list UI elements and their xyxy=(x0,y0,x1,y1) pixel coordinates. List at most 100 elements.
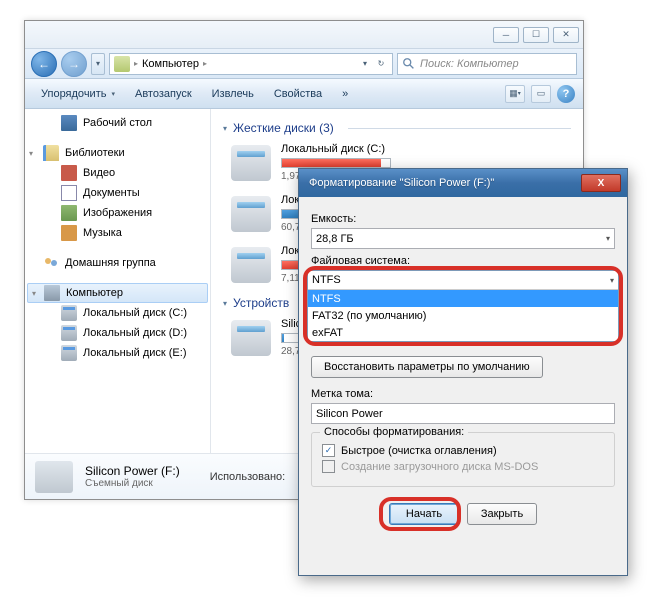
close-dialog-button[interactable]: Закрыть xyxy=(467,503,537,525)
music-icon xyxy=(61,225,77,241)
search-icon xyxy=(402,57,416,71)
start-button[interactable]: Начать xyxy=(389,503,459,525)
chevron-right-icon: ▸ xyxy=(201,59,209,68)
filesystem-highlight: NTFS NTFS FAT32 (по умолчанию) exFAT xyxy=(307,270,619,342)
forward-button[interactable]: → xyxy=(61,51,87,77)
tree-label: Локальный диск (E:) xyxy=(83,347,187,359)
view-button[interactable]: ▦▾ xyxy=(505,85,525,103)
sidebar-item-desktop[interactable]: Рабочий стол xyxy=(25,113,210,133)
quick-format-checkbox[interactable]: ✓ Быстрое (очистка оглавления) xyxy=(322,444,604,457)
homegroup-icon xyxy=(43,255,59,271)
refresh-button[interactable]: ▾ xyxy=(358,53,372,75)
tree-label: Видео xyxy=(83,167,115,179)
navigation-pane: Рабочий стол ▾ Библиотеки Видео Документы… xyxy=(25,109,211,453)
msdos-boot-checkbox: Создание загрузочного диска MS-DOS xyxy=(322,460,604,473)
dialog-footer: Начать Закрыть xyxy=(311,503,615,525)
collapse-icon[interactable]: ▾ xyxy=(29,149,33,158)
sidebar-item-homegroup[interactable]: Домашняя группа xyxy=(25,253,210,273)
minimize-button[interactable]: ─ xyxy=(493,27,519,43)
search-placeholder: Поиск: Компьютер xyxy=(420,58,519,70)
back-button[interactable]: ← xyxy=(31,51,57,77)
tree-label: Локальный диск (D:) xyxy=(83,327,187,339)
computer-icon xyxy=(44,285,60,301)
sidebar-item-video[interactable]: Видео xyxy=(25,163,210,183)
format-methods-group: Способы форматирования: ✓ Быстрое (очист… xyxy=(311,432,615,487)
capacity-dropdown[interactable]: 28,8 ГБ xyxy=(311,228,615,249)
restore-defaults-button[interactable]: Восстановить параметры по умолчанию xyxy=(311,356,543,378)
drive-icon xyxy=(61,345,77,361)
eject-button[interactable]: Извлечь xyxy=(204,84,262,104)
libraries-icon xyxy=(43,145,59,161)
tree-label: Домашняя группа xyxy=(65,257,156,269)
capacity-label: Емкость: xyxy=(311,213,615,225)
maximize-button[interactable]: ☐ xyxy=(523,27,549,43)
filesystem-label: Файловая система: xyxy=(311,255,615,267)
organize-button[interactable]: Упорядочить xyxy=(33,84,123,104)
checkbox-label: Быстрое (очистка оглавления) xyxy=(341,445,497,457)
history-dropdown[interactable]: ▾ xyxy=(91,53,105,75)
more-button[interactable]: » xyxy=(334,84,356,104)
details-used: Использовано: xyxy=(210,471,286,483)
filesystem-dropdown[interactable]: NTFS NTFS FAT32 (по умолчанию) exFAT xyxy=(307,270,619,342)
computer-icon xyxy=(114,56,130,72)
sidebar-item-images[interactable]: Изображения xyxy=(25,203,210,223)
sidebar-item-drive-e[interactable]: Локальный диск (E:) xyxy=(25,343,210,363)
explorer-titlebar: ─ ☐ ✕ xyxy=(25,21,583,49)
checkbox-icon xyxy=(322,460,335,473)
tree-label: Компьютер xyxy=(66,287,123,299)
filesystem-option-fat32[interactable]: FAT32 (по умолчанию) xyxy=(308,307,618,324)
tree-label: Документы xyxy=(83,187,140,199)
capacity-value: 28,8 ГБ xyxy=(316,233,354,245)
drive-icon xyxy=(61,325,77,341)
sidebar-item-drive-d[interactable]: Локальный диск (D:) xyxy=(25,323,210,343)
tree-label: Музыка xyxy=(83,227,122,239)
breadcrumb[interactable]: ▸ Компьютер ▸ ▾↻ xyxy=(109,53,393,75)
video-icon xyxy=(61,165,77,181)
drive-icon xyxy=(35,461,73,493)
help-icon[interactable]: ? xyxy=(557,85,575,103)
sidebar-item-documents[interactable]: Документы xyxy=(25,183,210,203)
volume-label-label: Метка тома: xyxy=(311,388,615,400)
properties-button[interactable]: Свойства xyxy=(266,84,330,104)
close-button[interactable]: ✕ xyxy=(553,27,579,43)
drive-icon xyxy=(231,196,271,232)
desktop-icon xyxy=(61,115,77,131)
drive-icon xyxy=(231,247,271,283)
volume-value: Silicon Power xyxy=(316,408,383,420)
drive-name: Локальный диск (C:) xyxy=(281,143,571,155)
close-button[interactable]: X xyxy=(581,174,621,192)
filesystem-option-ntfs[interactable]: NTFS xyxy=(308,290,618,307)
details-type: Съемный диск xyxy=(85,478,180,489)
details-name: Silicon Power (F:) xyxy=(85,464,180,478)
capacity-bar xyxy=(281,158,391,168)
tree-label: Рабочий стол xyxy=(83,117,152,129)
methods-group-title: Способы форматирования: xyxy=(320,426,468,438)
collapse-icon[interactable]: ▾ xyxy=(32,289,36,298)
autoplay-button[interactable]: Автозапуск xyxy=(127,84,200,104)
preview-pane-button[interactable]: ▭ xyxy=(531,85,551,103)
format-dialog: Форматирование "Silicon Power (F:)" X Ем… xyxy=(298,168,628,576)
filesystem-selected[interactable]: NTFS xyxy=(308,271,618,290)
checkbox-label: Создание загрузочного диска MS-DOS xyxy=(341,461,538,473)
volume-label-input[interactable]: Silicon Power xyxy=(311,403,615,424)
sidebar-item-drive-c[interactable]: Локальный диск (C:) xyxy=(25,303,210,323)
drive-icon xyxy=(231,145,271,181)
sidebar-item-computer[interactable]: ▾ Компьютер xyxy=(27,283,208,303)
group-header-hdd[interactable]: Жесткие диски (3) xyxy=(223,121,571,135)
drive-icon xyxy=(61,305,77,321)
filesystem-option-exfat[interactable]: exFAT xyxy=(308,324,618,341)
tree-label: Библиотеки xyxy=(65,147,125,159)
search-input[interactable]: Поиск: Компьютер xyxy=(397,53,577,75)
image-icon xyxy=(61,205,77,221)
tree-label: Локальный диск (C:) xyxy=(83,307,187,319)
sidebar-item-libraries[interactable]: ▾ Библиотеки xyxy=(25,143,210,163)
chevron-right-icon: ▸ xyxy=(132,59,140,68)
command-bar: Упорядочить Автозапуск Извлечь Свойства … xyxy=(25,79,583,109)
refresh-button[interactable]: ↻ xyxy=(374,53,388,75)
document-icon xyxy=(61,185,77,201)
checkbox-icon: ✓ xyxy=(322,444,335,457)
dialog-title: Форматирование "Silicon Power (F:)" xyxy=(309,177,581,189)
breadcrumb-segment[interactable]: Компьютер xyxy=(142,58,199,70)
sidebar-item-music[interactable]: Музыка xyxy=(25,223,210,243)
tree-label: Изображения xyxy=(83,207,152,219)
